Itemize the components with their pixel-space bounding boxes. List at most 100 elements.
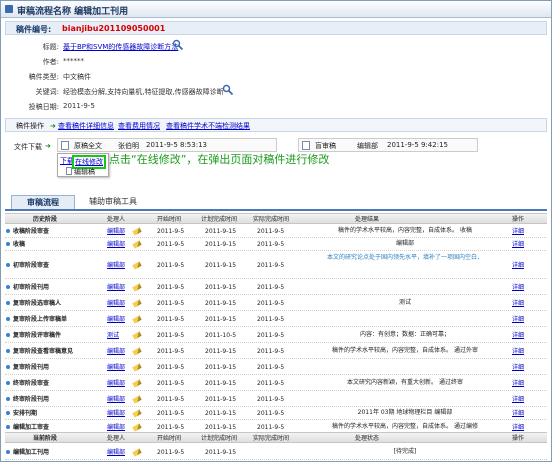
start-time: 2011-9-5 <box>157 332 185 339</box>
start-time: 2011-9-5 <box>157 410 185 417</box>
date-value: 2011-9-5 <box>63 102 95 110</box>
detail-link[interactable]: 详细 <box>512 260 532 271</box>
result-text: 2011年 03期 地球物理栏目 编辑部 <box>357 409 453 416</box>
table-row: 终审阶段审查 编辑部 2011-9-5 2011-9-15 2011-9-5 本文研究内容… <box>5 375 547 391</box>
bullet-icon <box>6 365 10 369</box>
start-time: 2011-9-5 <box>157 284 185 291</box>
planned-time: 2011-9-15 <box>205 241 237 248</box>
header-planned-time: 计划完成时间 <box>201 216 238 223</box>
result-text: 本文的研究论点处于国内领先水平，填补了一项国内空白． <box>326 254 483 261</box>
title-label: 标题: <box>42 43 59 51</box>
detail-link[interactable]: 详细 <box>512 346 532 357</box>
bullet-icon <box>6 242 10 246</box>
actual-time: 2011-9-5 <box>257 348 285 355</box>
header-handler: 处理人 <box>107 435 126 442</box>
file-time: 2011-9-5 8:53:13 <box>146 141 207 149</box>
type-label: 稿件类型: <box>28 73 59 81</box>
table-row: 复审阶段选审稿人 编辑部 2011-9-5 2011-9-15 2011-9-5 测试 详细 <box>5 295 547 311</box>
document-icon <box>66 167 72 175</box>
actual-time: 2011-9-5 <box>257 410 285 417</box>
current-table-header: 当前阶段 处理人 开始时间 计划完成时间 实际完成时间 处理状态 操作 <box>5 432 547 443</box>
planned-time: 2011-9-15 <box>205 380 237 387</box>
planned-time: 2011-9-15 <box>205 348 237 355</box>
bullet-icon <box>6 425 10 429</box>
detail-link[interactable]: 详细 <box>512 362 532 373</box>
detail-link[interactable]: 详细 <box>512 378 532 389</box>
start-time: 2011-9-5 <box>157 449 185 456</box>
stage-name: 复审阶段评审稿件 <box>13 332 62 339</box>
bullet-icon <box>6 263 10 267</box>
file-item-blind: 盲审稿 编辑部 2011-9-5 9:42:15 <box>298 138 478 152</box>
start-time: 2011-9-5 <box>157 348 185 355</box>
view-fees-link[interactable]: 查看费用情况 <box>118 121 160 131</box>
planned-time: 2011-9-15 <box>205 284 237 291</box>
stage-name: 终审阶段审查 <box>13 380 50 387</box>
files-label: 文件下载 <box>14 143 42 151</box>
start-time: 2011-9-5 <box>157 262 185 269</box>
planned-time: 2011-9-15 <box>205 228 237 235</box>
view-details-link[interactable]: 查看稿件详细信息 <box>58 121 114 131</box>
search-icon[interactable] <box>222 84 234 96</box>
window-title: 审稿流程名称 编辑加工刊用 <box>17 7 129 17</box>
file-context-menu: 下载 在线修改 编辑稿 <box>57 153 109 177</box>
bullet-icon <box>6 450 10 454</box>
header-operation: 操作 <box>512 216 525 223</box>
stage-name: 复审阶段刊用 <box>13 364 50 371</box>
table-row: 初审阶段审查 编辑部 2011-9-5 2011-9-15 2011-9-5 本文的研究论… <box>5 251 547 279</box>
actual-time: 2011-9-5 <box>257 316 285 323</box>
detail-link[interactable]: 详细 <box>512 314 532 325</box>
start-time: 2011-9-5 <box>157 316 185 323</box>
table-row: 复审阶段评审稿件 测试 2011-9-5 2011-10-5 2011-9-5 内容：有创… <box>5 327 547 343</box>
planned-time: 2011-9-15 <box>205 396 237 403</box>
detail-link[interactable]: 详细 <box>512 282 532 293</box>
date-label: 投稿日期: <box>28 103 59 111</box>
manuscript-number-bar: 稿件编号: bianjibu201109050001 <box>5 21 547 35</box>
detail-link[interactable]: 详细 <box>512 298 532 309</box>
detail-link[interactable]: 详细 <box>512 394 532 405</box>
detail-link[interactable]: 详细 <box>512 330 532 341</box>
tab-auxiliary-tools[interactable]: 辅助审稿工具 <box>77 195 149 209</box>
table-row: 复审阶段查看审稿意见 编辑部 2011-9-5 2011-9-15 2011-9-5 稿件… <box>5 343 547 359</box>
stage-name: 复审阶段上传审稿单 <box>13 316 68 323</box>
start-time: 2011-9-5 <box>157 300 185 307</box>
detail-link[interactable]: 详细 <box>512 239 532 250</box>
actual-time: 2011-9-5 <box>257 284 285 291</box>
detail-link[interactable]: 详细 <box>512 226 532 237</box>
result-text: 稿件的学术水平较高，内容完整，自成体系。 收稿 <box>338 227 472 234</box>
header-start-time: 开始时间 <box>157 435 182 442</box>
table-row: 编辑加工刊用 编辑部 2011-9-5 2011-9-15 [待完成] <box>5 444 547 460</box>
planned-time: 2011-9-15 <box>205 300 237 307</box>
result-text: 稿件的学术水平较高，内容完整，自成体系。 通过编修 <box>332 423 478 430</box>
search-icon[interactable] <box>172 39 184 51</box>
bullet-icon <box>6 333 10 337</box>
start-time: 2011-9-5 <box>157 364 185 371</box>
stage-name: 终审阶段刊用 <box>13 396 50 403</box>
window: 审稿流程名称 编辑加工刊用 稿件编号: bianjibu201109050001… <box>0 0 552 462</box>
edited-file-name: 编辑稿 <box>74 168 95 176</box>
actual-time: 2011-9-5 <box>257 228 285 235</box>
operations-bar: 稿件操作 ➜ 查看稿件详细信息 查看费用情况 查看稿件学术不端检测结果 <box>5 118 547 132</box>
title-link[interactable]: 基于BP和SVM的传感器故障诊断方法 <box>63 42 178 52</box>
result-text: 测试 <box>398 299 411 306</box>
stage-name: 复审阶段查看审稿意见 <box>13 348 74 355</box>
header-actual-time: 实际完成时间 <box>253 435 290 442</box>
actual-time: 2011-9-5 <box>257 364 285 371</box>
document-icon <box>61 141 69 150</box>
type-value: 中文稿件 <box>63 73 91 81</box>
result-text: 本文研究内容新颖，有重大创新。 通过终审 <box>347 379 463 386</box>
operations-label: 稿件操作 <box>16 122 44 130</box>
table-row: 复审阶段刊用 编辑部 2011-9-5 2011-9-15 2011-9-5 详细 <box>5 359 547 375</box>
bullet-icon <box>6 317 10 321</box>
bullet-icon <box>6 285 10 289</box>
detail-link[interactable]: 详细 <box>512 408 532 419</box>
start-time: 2011-9-5 <box>157 228 185 235</box>
table-row: 复审阶段上传审稿单 编辑部 2011-9-5 2011-9-15 2011-9-5 详细 <box>5 311 547 327</box>
start-time: 2011-9-5 <box>157 396 185 403</box>
author-value: ****** <box>63 57 84 65</box>
tab-review-flow[interactable]: 审稿流程 <box>11 195 75 209</box>
file-name: 原稿全文 <box>74 142 102 150</box>
stage-name: 初审阶段刊用 <box>13 284 50 291</box>
view-misconduct-check-link[interactable]: 查看稿件学术不端检测结果 <box>166 121 250 131</box>
actual-time: 2011-9-5 <box>257 262 285 269</box>
header-handler: 处理人 <box>107 216 126 223</box>
